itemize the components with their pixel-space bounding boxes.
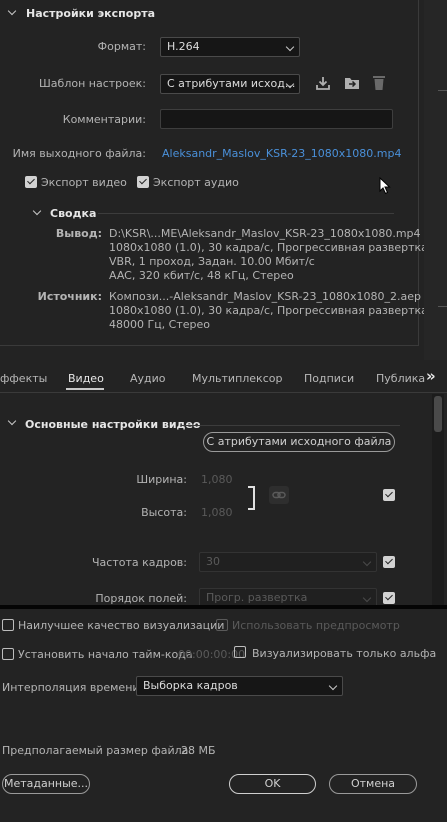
collapse-chevron-icon[interactable] xyxy=(7,6,17,16)
match-framerate-checkbox[interactable] xyxy=(383,556,395,568)
max-quality-label: Наилучшее качество визуализации xyxy=(18,619,225,632)
framerate-value: 30 xyxy=(206,555,220,568)
right-edge-marker xyxy=(438,306,447,307)
settings-scrollbar[interactable] xyxy=(432,394,444,606)
output-name-label: Имя выходного файла: xyxy=(12,147,146,160)
preset-select[interactable]: С атрибутами исход... xyxy=(160,74,300,94)
tab-multiplexer[interactable]: Мультиплексор xyxy=(192,372,282,385)
chain-link-icon[interactable] xyxy=(269,486,289,504)
height-label: Высота: xyxy=(141,506,187,519)
match-source-button[interactable]: С атрибутами исходного файла xyxy=(203,432,395,452)
export-settings-title: Настройки экспорта xyxy=(26,7,156,20)
summary-output-line: AAC, 320 кбит/с, 48 кГц, Стерео xyxy=(109,269,294,282)
framerate-label: Частота кадров: xyxy=(91,556,187,569)
time-interp-label: Интерполяция времени: xyxy=(2,681,144,694)
summary-output-line: VBR, 1 проход, Задан. 10.00 Мбит/с xyxy=(109,255,315,268)
use-previews-label: Использовать предпросмотр xyxy=(232,619,400,632)
time-interp-select[interactable]: Выборка кадров xyxy=(136,676,343,696)
panel-divider[interactable] xyxy=(0,605,447,609)
output-name-link[interactable]: Aleksandr_Maslov_KSR-23_1080x1080.mp4 xyxy=(162,147,401,160)
summary-source-line: 1080x1080 (1.0), 30 кадра/с, Прогрессивн… xyxy=(109,304,439,317)
match-size-checkbox[interactable] xyxy=(383,489,395,501)
tabbar-divider xyxy=(0,392,447,393)
max-quality-checkbox[interactable] xyxy=(2,619,14,631)
chevron-down-icon xyxy=(362,593,372,603)
time-interp-value: Выборка кадров xyxy=(143,679,238,692)
tab-active-underline xyxy=(66,388,104,390)
field-order-value: Прогр. развертка xyxy=(206,591,308,604)
tabs-overflow-icon[interactable]: » xyxy=(426,367,436,385)
format-label: Формат: xyxy=(97,40,146,53)
save-preset-icon[interactable] xyxy=(315,75,331,91)
summary-output-line: D:\KSR\...ME\Aleksandr_Maslov_KSR-23_108… xyxy=(109,227,421,240)
field-order-label: Порядок полей: xyxy=(95,592,187,605)
width-value[interactable]: 1,080 xyxy=(201,473,233,486)
tab-video[interactable]: Видео xyxy=(68,372,104,385)
video-section-divider xyxy=(181,425,400,426)
est-size-label: Предполагаемый размер файла: xyxy=(2,744,193,757)
chain-link-glyph xyxy=(272,491,286,499)
aspect-bracket xyxy=(248,486,255,510)
summary-divider xyxy=(98,213,394,214)
format-select[interactable]: H.264 xyxy=(160,37,300,57)
video-settings-section: Основные настройки видео С атрибутами ис… xyxy=(0,396,432,606)
summary-source-line: 48000 Гц, Стерео xyxy=(109,318,211,331)
settings-scrollbar-thumb[interactable] xyxy=(434,396,442,432)
height-value[interactable]: 1,080 xyxy=(201,506,233,519)
tab-captions[interactable]: Подписи xyxy=(304,372,354,385)
preset-value: С атрибутами исход... xyxy=(167,77,296,90)
preset-label: Шаблон настроек: xyxy=(39,77,146,90)
settings-tab-bar: ффекты Видео Аудио Мультиплексор Подписи… xyxy=(0,366,447,392)
export-audio-label: Экспорт аудио xyxy=(153,176,239,189)
summary-title: Сводка xyxy=(50,207,97,220)
summary-source-label: Источник: xyxy=(37,290,102,303)
tab-audio[interactable]: Аудио xyxy=(130,372,166,385)
field-order-select[interactable]: Прогр. развертка xyxy=(199,588,377,606)
format-value: H.264 xyxy=(167,40,200,53)
use-previews-checkbox[interactable] xyxy=(216,619,228,631)
set-timecode-checkbox[interactable] xyxy=(2,648,14,660)
chevron-down-icon xyxy=(285,42,295,52)
export-audio-checkbox[interactable] xyxy=(137,176,149,188)
match-field-order-checkbox[interactable] xyxy=(383,592,395,604)
set-timecode-label: Установить начало тайм-кода xyxy=(18,648,193,661)
est-size-value: 28 МБ xyxy=(181,744,216,757)
export-video-label: Экспорт видео xyxy=(41,176,127,189)
render-alpha-label: Визуализировать только альфа xyxy=(252,647,437,660)
chevron-down-icon xyxy=(328,681,338,691)
import-preset-icon[interactable] xyxy=(343,75,361,91)
summary-chevron-icon[interactable] xyxy=(32,206,42,216)
export-video-checkbox[interactable] xyxy=(25,176,37,188)
render-alpha-checkbox[interactable] xyxy=(234,646,246,658)
export-settings-panel: Настройки экспорта Формат: H.264 Шаблон … xyxy=(0,0,438,346)
summary-source-text: Компози...-Aleksandr_Maslov_KSR-23_1080x… xyxy=(109,290,438,332)
summary-output-label: Вывод: xyxy=(55,227,102,240)
summary-output-text: D:\KSR\...ME\Aleksandr_Maslov_KSR-23_108… xyxy=(109,227,438,283)
framerate-select[interactable]: 30 xyxy=(199,552,377,572)
comments-label: Комментарии: xyxy=(62,113,146,126)
video-section-chevron-icon[interactable] xyxy=(7,416,17,426)
mouse-cursor-icon xyxy=(379,177,391,195)
summary-source-line: Компози...-Aleksandr_Maslov_KSR-23_1080x… xyxy=(109,290,421,303)
cancel-button[interactable]: Отмена xyxy=(329,774,417,794)
summary-output-line: 1080x1080 (1.0), 30 кадра/с, Прогрессивн… xyxy=(109,241,439,254)
delete-preset-icon[interactable] xyxy=(372,74,386,91)
video-section-title: Основные настройки видео xyxy=(25,418,201,431)
tab-publish[interactable]: Публика xyxy=(376,372,425,385)
chevron-down-icon xyxy=(362,557,372,567)
right-edge-marker xyxy=(438,90,447,91)
comments-input[interactable] xyxy=(160,109,393,129)
tab-effects[interactable]: ффекты xyxy=(0,372,47,385)
width-label: Ширина: xyxy=(136,473,187,486)
metadata-button[interactable]: Метаданные... xyxy=(2,774,90,794)
ok-button[interactable]: OK xyxy=(229,774,316,794)
